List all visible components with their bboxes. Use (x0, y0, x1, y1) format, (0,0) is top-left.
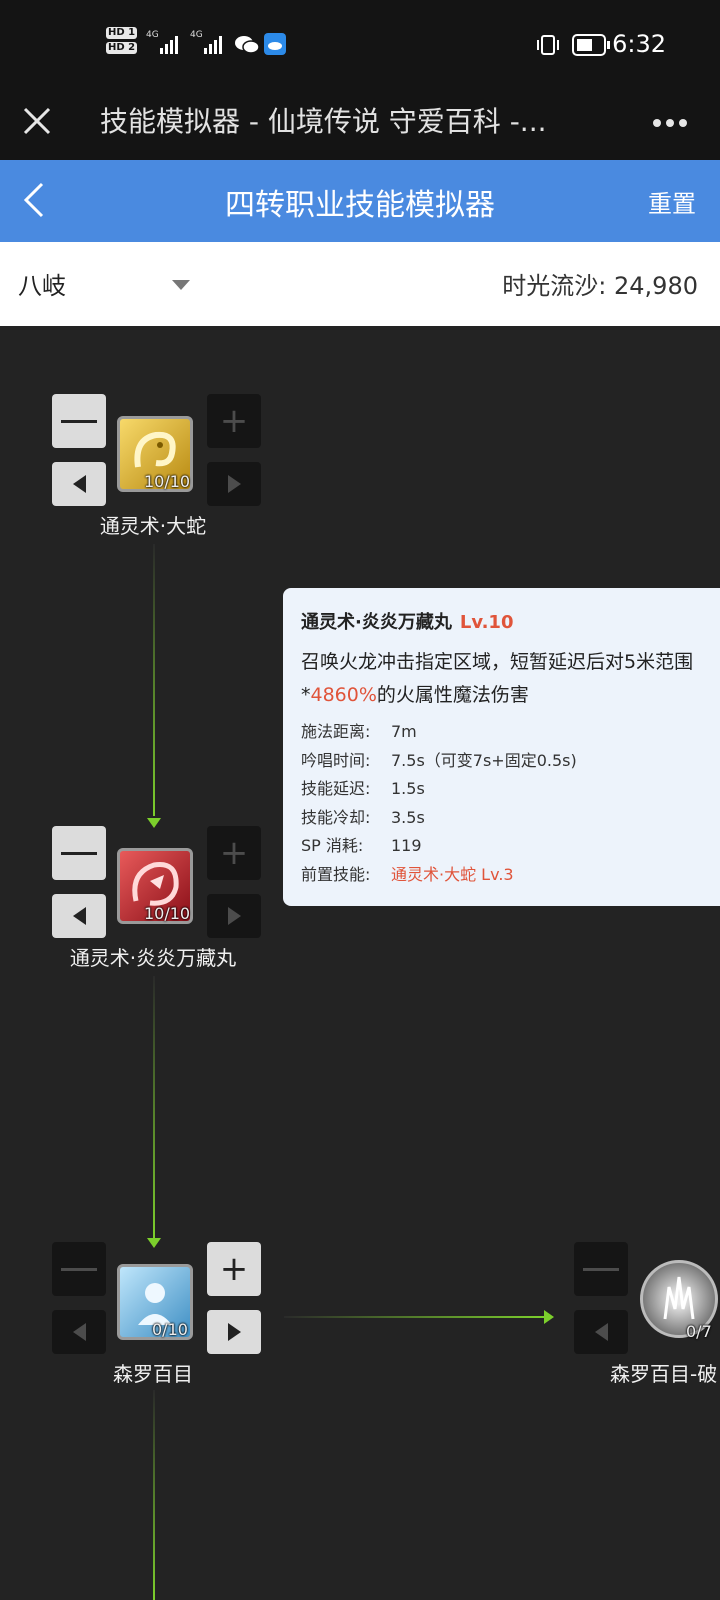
sand-label: 时光流沙: (502, 272, 607, 300)
header-title: 四转职业技能模拟器 (225, 188, 495, 223)
hd2-badge: HD 2 (106, 42, 138, 54)
link-line (153, 976, 155, 1238)
tooltip-stats: 施法距离: 7m 吟唱时间: 7.5s（可变7s+固定0.5s) 技能延迟: 1.5s… (301, 718, 577, 889)
skill-name: 森罗百目 (113, 1362, 193, 1386)
stat-value: 7.5s（可变7s+固定0.5s) (391, 750, 577, 770)
skill-level: 10/10 (144, 904, 191, 923)
status-bar: HD 1 HD 2 4G 4G 6:32 (0, 0, 720, 84)
network-label-1: 4G (146, 30, 159, 40)
reset-button[interactable]: 重置 (648, 184, 696, 219)
desc-prefix: * (301, 684, 311, 706)
skill-plus-button[interactable]: + (207, 826, 261, 880)
page-title: 技能模拟器 - 仙境传说 守爱百科 -... (100, 105, 547, 138)
skill-minus-button[interactable] (52, 394, 106, 448)
link-line (153, 544, 155, 816)
signal-icon (160, 34, 184, 58)
skill-level: 0/7 (686, 1322, 712, 1341)
skill-next-button[interactable] (207, 894, 261, 938)
network-label-2: 4G (190, 30, 203, 40)
tooltip-skill-level: Lv.10 (459, 612, 514, 633)
stat-row: 技能延迟: 1.5s (301, 775, 577, 804)
class-select-bar: 八岐 时光流沙: 24,980 (0, 242, 720, 326)
skill-prev-button[interactable] (52, 894, 106, 938)
skill-prev-button[interactable] (574, 1310, 628, 1354)
wechat-icon (234, 34, 260, 60)
more-icon[interactable] (652, 114, 688, 133)
skill-name: 通灵术·大蛇 (99, 514, 207, 538)
stat-key: 吟唱时间: (301, 750, 371, 770)
stat-key: 技能冷却: (301, 807, 371, 827)
stat-key: 施法距离: (301, 722, 371, 741)
clock: 6:32 (612, 30, 666, 58)
skill-next-button[interactable] (207, 462, 261, 506)
stat-value: 119 (391, 836, 422, 855)
damage-percent: 4860% (310, 684, 377, 706)
stat-value: 3.5s (391, 807, 425, 827)
hd1-badge: HD 1 (106, 27, 138, 39)
skill-name: 森罗百目-破 (610, 1362, 718, 1386)
skill-tooltip: 通灵术·炎炎万藏丸 Lv.10 召唤火龙冲击指定区域，短暂延迟后对5米范围 *48… (283, 588, 720, 906)
close-icon[interactable] (22, 106, 52, 136)
tooltip-desc-line2: *4860%的火属性魔法伤害 (301, 679, 693, 712)
skill-minus-button[interactable] (52, 826, 106, 880)
tooltip-title: 通灵术·炎炎万藏丸 Lv.10 (301, 608, 513, 634)
chevron-down-icon[interactable] (172, 280, 190, 290)
skill-prev-button[interactable] (52, 462, 106, 506)
skill-plus-button[interactable]: + (207, 1242, 261, 1296)
arrow-down-icon (147, 818, 161, 828)
arrow-down-icon (147, 1238, 161, 1248)
skill-minus-button[interactable] (574, 1242, 628, 1296)
prerequisite-skill-link[interactable]: 通灵术·大蛇 Lv.3 (391, 865, 514, 884)
skill-prev-button[interactable] (52, 1310, 106, 1354)
tooltip-skill-name: 通灵术·炎炎万藏丸 (301, 612, 452, 633)
vibrate-icon (536, 34, 560, 60)
stat-row: SP 消耗: 119 (301, 832, 577, 861)
tooltip-desc-line1: 召唤火龙冲击指定区域，短暂延迟后对5米范围 (301, 651, 694, 673)
tooltip-description: 召唤火龙冲击指定区域，短暂延迟后对5米范围 *4860%的火属性魔法伤害 (301, 646, 693, 712)
skill-minus-button[interactable] (52, 1242, 106, 1296)
skill-level: 0/10 (152, 1320, 188, 1339)
signal-icon-2 (204, 34, 228, 58)
stat-row: 施法距离: 7m (301, 718, 577, 747)
stat-row: 前置技能: 通灵术·大蛇 Lv.3 (301, 861, 577, 890)
skill-plus-button[interactable]: + (207, 394, 261, 448)
skill-next-button[interactable] (207, 1310, 261, 1354)
stat-value: 1.5s (391, 779, 425, 798)
weather-icon (264, 33, 286, 55)
hd-badges: HD 1 HD 2 (106, 27, 138, 54)
stat-row: 吟唱时间: 7.5s（可变7s+固定0.5s) (301, 747, 577, 776)
browser-title-bar: 技能模拟器 - 仙境传说 守爱百科 -... (0, 84, 720, 160)
app-header: 四转职业技能模拟器 重置 (0, 160, 720, 242)
sand-counter: 时光流沙: 24,980 (502, 266, 698, 301)
stat-key: 前置技能: (301, 864, 371, 884)
stat-key: SP 消耗: (301, 836, 364, 855)
skill-name: 通灵术·炎炎万藏丸 (69, 946, 237, 970)
battery-icon (572, 34, 612, 60)
stat-row: 技能冷却: 3.5s (301, 804, 577, 833)
link-line (284, 1316, 544, 1318)
arrow-right-icon (544, 1310, 554, 1324)
class-select[interactable]: 八岐 (18, 266, 66, 301)
desc-suffix: 的火属性魔法伤害 (376, 684, 529, 706)
stat-value: 7m (391, 722, 417, 741)
skill-level: 10/10 (144, 472, 191, 491)
sand-value: 24,980 (614, 272, 698, 300)
link-line (153, 1390, 155, 1600)
stat-key: 技能延迟: (301, 779, 371, 798)
